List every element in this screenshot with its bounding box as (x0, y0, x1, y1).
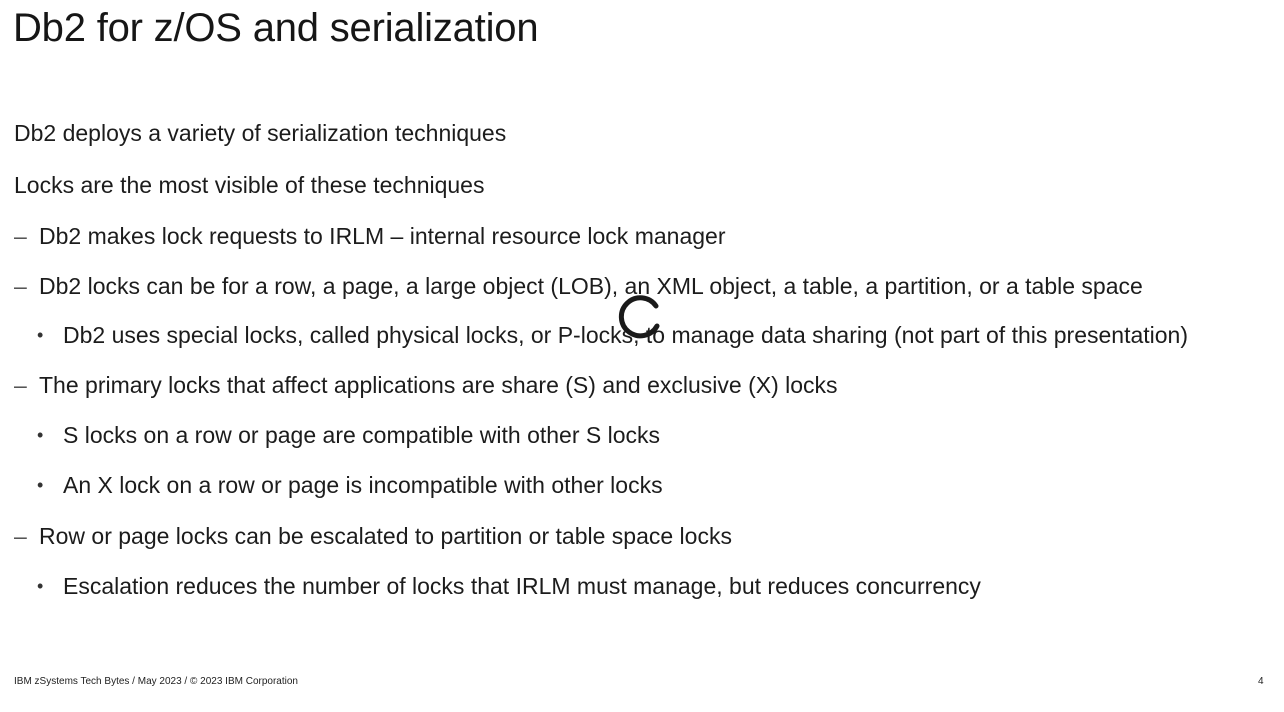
bullet-text: Row or page locks can be escalated to pa… (39, 523, 732, 549)
bullet-text: Db2 deploys a variety of serialization t… (14, 120, 507, 146)
page-number: 4 (1258, 676, 1264, 687)
dot-marker: • (37, 475, 44, 495)
bullet-text: An X lock on a row or page is incompatib… (63, 472, 663, 498)
bullet-line: Db2 deploys a variety of serialization t… (14, 119, 506, 147)
dot-marker: • (37, 576, 44, 596)
dash-marker: – (14, 223, 27, 249)
slide: Db2 for z/OS and serialization Db2 deplo… (0, 0, 1284, 712)
bullet-text: Db2 makes lock requests to IRLM – intern… (39, 223, 726, 249)
loading-spinner-icon (618, 295, 660, 339)
bullet-text: The primary locks that affect applicatio… (39, 372, 838, 398)
bullet-text: Escalation reduces the number of locks t… (63, 573, 981, 599)
slide-footer: IBM zSystems Tech Bytes / May 2023 / © 2… (14, 676, 298, 687)
bullet-text: Locks are the most visible of these tech… (14, 172, 485, 198)
dash-marker: – (14, 372, 27, 398)
dash-marker: – (14, 523, 27, 549)
dot-marker: • (37, 425, 44, 445)
bullet-text: S locks on a row or page are compatible … (63, 422, 661, 448)
bullet-line: Locks are the most visible of these tech… (14, 171, 484, 199)
dash-marker: – (14, 273, 27, 299)
dot-marker: • (37, 325, 44, 345)
bullet-text: Db2 locks can be for a row, a page, a la… (39, 273, 1143, 299)
